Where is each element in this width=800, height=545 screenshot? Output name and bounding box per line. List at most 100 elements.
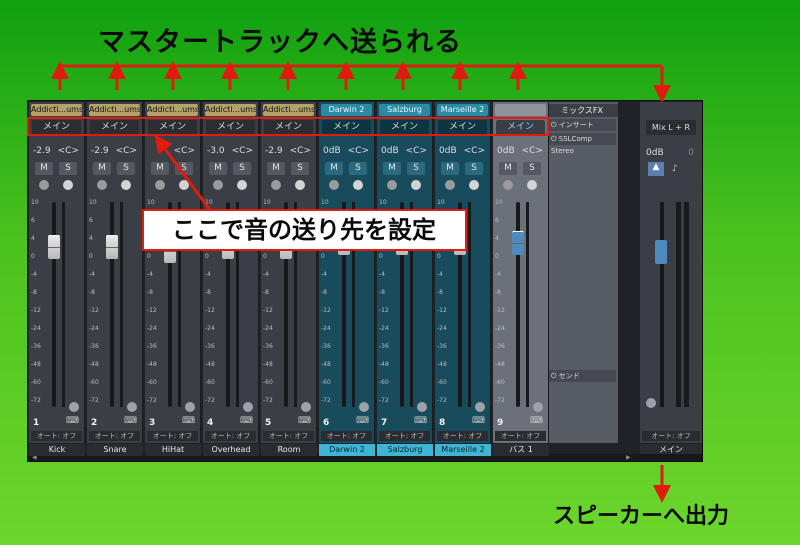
keyboard-icon[interactable]: ⌨ bbox=[298, 416, 311, 426]
channel-name[interactable]: Room bbox=[261, 444, 317, 456]
mute-button[interactable]: M bbox=[35, 162, 53, 175]
record-icon[interactable] bbox=[503, 180, 513, 190]
fader-track[interactable] bbox=[168, 202, 172, 407]
channel-name[interactable]: Darwin 2 bbox=[319, 444, 375, 456]
fader-cap[interactable] bbox=[280, 235, 292, 260]
main-fader-track[interactable] bbox=[660, 202, 664, 407]
volume-readout[interactable]: 0dB bbox=[497, 146, 515, 156]
automation-mode[interactable]: オート: オフ bbox=[205, 431, 256, 441]
monitor-icon[interactable] bbox=[295, 180, 305, 190]
channel-label[interactable]: Addicti...ums2 bbox=[263, 104, 314, 116]
channel-label[interactable]: Darwin 2 bbox=[321, 104, 372, 116]
channel-label[interactable]: Addicti...ums2 bbox=[205, 104, 256, 116]
volume-readout[interactable]: 0dB bbox=[381, 146, 399, 156]
record-icon[interactable] bbox=[97, 180, 107, 190]
pan-readout[interactable]: <C> bbox=[348, 146, 369, 156]
fader-track[interactable] bbox=[284, 202, 288, 407]
fader-track[interactable] bbox=[52, 202, 56, 407]
fx-send-row[interactable]: ⏻ センド bbox=[548, 370, 616, 382]
record-icon[interactable] bbox=[271, 180, 281, 190]
keyboard-icon[interactable]: ⌨ bbox=[530, 416, 543, 426]
record-icon[interactable] bbox=[213, 180, 223, 190]
mute-button[interactable]: M bbox=[441, 162, 459, 175]
solo-button[interactable]: S bbox=[465, 162, 483, 175]
main-output-select[interactable]: Mix L + R bbox=[646, 120, 696, 135]
solo-button[interactable]: S bbox=[291, 162, 309, 175]
solo-button[interactable]: S bbox=[117, 162, 135, 175]
mute-button[interactable]: M bbox=[209, 162, 227, 175]
main-automation[interactable]: オート: オフ bbox=[642, 431, 700, 441]
fader-cap[interactable] bbox=[396, 231, 408, 255]
send-knob-icon[interactable] bbox=[69, 402, 79, 412]
send-knob-icon[interactable] bbox=[533, 402, 543, 412]
scroll-right-icon[interactable]: ▶ bbox=[626, 454, 631, 461]
mute-button[interactable]: M bbox=[267, 162, 285, 175]
channel-name[interactable]: Kick bbox=[29, 444, 85, 456]
speaker-icon[interactable]: ♪ bbox=[672, 164, 678, 174]
fader-cap[interactable] bbox=[222, 235, 234, 260]
output-destination[interactable]: メイン bbox=[32, 120, 81, 135]
fader-cap[interactable] bbox=[338, 231, 350, 255]
keyboard-icon[interactable]: ⌨ bbox=[182, 416, 195, 426]
pan-readout[interactable]: <C> bbox=[232, 146, 253, 156]
volume-readout[interactable]: 0dB bbox=[439, 146, 457, 156]
automation-mode[interactable]: オート: オフ bbox=[89, 431, 140, 441]
send-knob-icon[interactable] bbox=[185, 402, 195, 412]
keyboard-icon[interactable]: ⌨ bbox=[66, 416, 79, 426]
monitor-icon[interactable] bbox=[63, 180, 73, 190]
record-icon[interactable] bbox=[387, 180, 397, 190]
automation-mode[interactable]: オート: オフ bbox=[321, 431, 372, 441]
channel-label[interactable] bbox=[495, 104, 546, 116]
channel-name[interactable]: Snare bbox=[87, 444, 143, 456]
solo-button[interactable]: S bbox=[59, 162, 77, 175]
send-knob-icon[interactable] bbox=[127, 402, 137, 412]
channel-label[interactable]: Marseille 2 bbox=[437, 104, 488, 116]
fader-track[interactable] bbox=[226, 202, 230, 407]
output-destination[interactable]: メイン bbox=[206, 120, 255, 135]
fader-cap[interactable] bbox=[48, 235, 60, 260]
pan-readout[interactable]: <C> bbox=[116, 146, 137, 156]
output-destination[interactable]: メイン bbox=[496, 120, 545, 135]
pan-readout[interactable]: <C> bbox=[522, 146, 543, 156]
record-icon[interactable] bbox=[445, 180, 455, 190]
main-fader-cap[interactable] bbox=[655, 240, 667, 264]
send-knob-icon[interactable] bbox=[475, 402, 485, 412]
automation-mode[interactable]: オート: オフ bbox=[263, 431, 314, 441]
volume-readout[interactable]: -3.0 bbox=[207, 146, 225, 156]
fader-cap[interactable] bbox=[164, 239, 176, 264]
pan-readout[interactable]: <C> bbox=[174, 146, 195, 156]
pan-readout[interactable]: <C> bbox=[406, 146, 427, 156]
mute-button[interactable]: M bbox=[93, 162, 111, 175]
channel-label[interactable]: Addicti...ums2 bbox=[31, 104, 82, 116]
automation-mode[interactable]: オート: オフ bbox=[379, 431, 430, 441]
fader-cap[interactable] bbox=[512, 231, 524, 255]
monitor-icon[interactable] bbox=[179, 180, 189, 190]
monitor-icon[interactable]: ▲ bbox=[648, 162, 664, 176]
channel-name[interactable]: Salzburg bbox=[377, 444, 433, 456]
mute-button[interactable]: M bbox=[383, 162, 401, 175]
record-icon[interactable] bbox=[329, 180, 339, 190]
keyboard-icon[interactable]: ⌨ bbox=[124, 416, 137, 426]
output-destination[interactable]: メイン bbox=[322, 120, 371, 135]
record-icon[interactable] bbox=[155, 180, 165, 190]
solo-button[interactable]: S bbox=[523, 162, 541, 175]
channel-name[interactable]: Marseille 2 bbox=[435, 444, 491, 456]
send-knob-icon[interactable] bbox=[417, 402, 427, 412]
volume-readout[interactable]: -2.9 bbox=[265, 146, 283, 156]
pan-readout[interactable]: <C> bbox=[464, 146, 485, 156]
fader-track[interactable] bbox=[110, 202, 114, 407]
monitor-icon[interactable] bbox=[469, 180, 479, 190]
main-volume[interactable]: 0dB bbox=[646, 148, 664, 158]
output-destination[interactable]: メイン bbox=[438, 120, 487, 135]
fader-cap[interactable] bbox=[454, 231, 466, 255]
monitor-icon[interactable] bbox=[411, 180, 421, 190]
keyboard-icon[interactable]: ⌨ bbox=[472, 416, 485, 426]
main-knob-icon[interactable] bbox=[646, 398, 656, 408]
volume-readout[interactable]: -2.9 bbox=[91, 146, 109, 156]
volume-readout[interactable]: 0dB bbox=[323, 146, 341, 156]
output-destination[interactable]: メイン bbox=[90, 120, 139, 135]
solo-button[interactable]: S bbox=[407, 162, 425, 175]
channel-label[interactable]: Addicti...ums2 bbox=[89, 104, 140, 116]
keyboard-icon[interactable]: ⌨ bbox=[356, 416, 369, 426]
automation-mode[interactable]: オート: オフ bbox=[31, 431, 82, 441]
